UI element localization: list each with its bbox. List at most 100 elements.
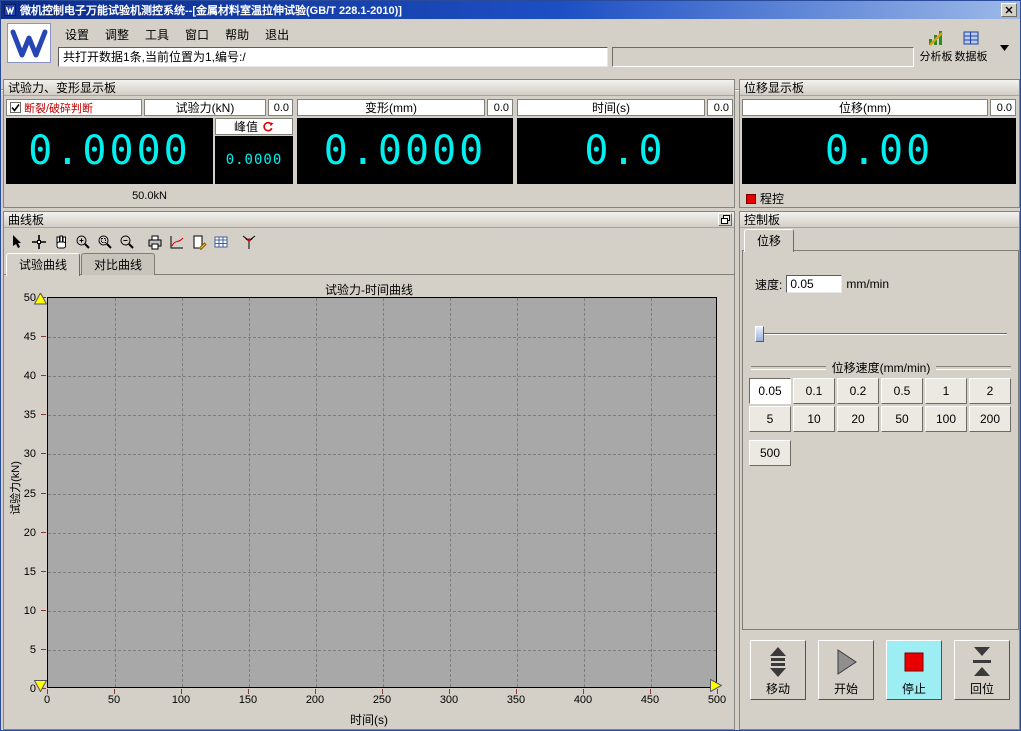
start-button[interactable]: 开始 bbox=[818, 640, 874, 700]
slider-thumb[interactable] bbox=[755, 326, 764, 342]
data-board-button[interactable]: 数据板 bbox=[954, 29, 988, 64]
y-gridline bbox=[48, 376, 716, 377]
app-icon bbox=[4, 4, 16, 16]
board-dropdown-button[interactable] bbox=[997, 41, 1011, 55]
signal-icon[interactable] bbox=[238, 231, 260, 253]
x-tick-label: 0 bbox=[32, 694, 62, 706]
start-button-label: 开始 bbox=[834, 680, 858, 697]
force-display-body: 断裂/破碎判断 试验力(kN) 0.0 0.0000 峰值 0.0000 50.… bbox=[4, 96, 734, 208]
y-gridline bbox=[48, 337, 716, 338]
time-header: 时间(s) bbox=[517, 99, 705, 116]
speed-row: 速度: mm/min bbox=[755, 275, 889, 293]
close-button[interactable] bbox=[1001, 3, 1017, 17]
y-tick-label: 50 bbox=[4, 292, 36, 304]
tab-compare-curve[interactable]: 对比曲线 bbox=[81, 253, 155, 275]
motion-buttons: 移动 开始 停止 回位 bbox=[740, 640, 1021, 704]
speed-preset-grid: 0.05 0.1 0.2 0.5 1 2 5 10 20 50 100 200 … bbox=[748, 377, 1016, 467]
speed-preset-button[interactable]: 0.05 bbox=[749, 378, 791, 404]
x-gridline bbox=[383, 298, 384, 687]
speed-slider[interactable] bbox=[755, 325, 1007, 343]
speed-preset-button[interactable]: 50 bbox=[881, 406, 923, 432]
chart-y-axis: 05101520253035404550 bbox=[4, 297, 47, 690]
stop-button[interactable]: 停止 bbox=[886, 640, 942, 700]
curve-panel: 曲线板 试验曲线 对比曲线 试验力-时间曲线 试验力(kN bbox=[3, 211, 735, 730]
home-icon bbox=[969, 647, 995, 677]
break-detect-checkbox[interactable] bbox=[10, 102, 21, 113]
move-button[interactable]: 移动 bbox=[750, 640, 806, 700]
zoom-in-icon[interactable] bbox=[72, 231, 94, 253]
y-tick-mark bbox=[41, 375, 46, 376]
speed-preset-button[interactable]: 0.5 bbox=[881, 378, 923, 404]
curve-panel-title: 曲线板 bbox=[8, 211, 44, 228]
slider-track[interactable] bbox=[755, 333, 1007, 335]
window-title: 微机控制电子万能试验机测控系统--[金属材料室温拉伸试验(GB/T 228.1-… bbox=[20, 2, 402, 18]
menu-item-adjust[interactable]: 调整 bbox=[97, 23, 137, 46]
x-max-handle-icon[interactable] bbox=[710, 679, 722, 692]
menu-item-settings[interactable]: 设置 bbox=[57, 23, 97, 46]
data-grid-icon[interactable] bbox=[210, 231, 232, 253]
menu-item-help[interactable]: 帮助 bbox=[217, 23, 257, 46]
zoom-window-icon[interactable] bbox=[94, 231, 116, 253]
displacement-body: 位移(mm) 0.0 0.00 程控 bbox=[740, 96, 1019, 208]
y-gridline bbox=[48, 611, 716, 612]
control-tab-content: 速度: mm/min 位移速度(mm/min) 0.05 0.1 0.2 0.5… bbox=[742, 250, 1019, 630]
deform-header: 变形(mm) bbox=[297, 99, 485, 116]
speed-preset-button[interactable]: 2 bbox=[969, 378, 1011, 404]
y-tick-mark bbox=[41, 532, 46, 533]
speed-preset-button[interactable]: 100 bbox=[925, 406, 967, 432]
float-panel-button[interactable] bbox=[718, 213, 732, 226]
curve-edit-icon[interactable] bbox=[166, 231, 188, 253]
x-tick-mark bbox=[382, 689, 383, 694]
curve-panel-header: 曲线板 bbox=[4, 212, 734, 228]
speed-preset-button[interactable]: 1 bbox=[925, 378, 967, 404]
peak-refresh-icon[interactable] bbox=[262, 121, 274, 133]
menu-item-window[interactable]: 窗口 bbox=[177, 23, 217, 46]
status-field[interactable]: 共打开数据1条,当前位置为1,编号:/ bbox=[58, 47, 608, 67]
y-gridline bbox=[48, 415, 716, 416]
zoom-out-icon[interactable] bbox=[116, 231, 138, 253]
chart-plot-area[interactable] bbox=[47, 297, 717, 688]
tab-displacement[interactable]: 位移 bbox=[744, 229, 794, 252]
displacement-display-panel: 位移显示板 位移(mm) 0.0 0.00 程控 bbox=[739, 79, 1020, 208]
pan-hand-icon[interactable] bbox=[50, 231, 72, 253]
check-icon bbox=[11, 103, 20, 112]
y-tick-label: 35 bbox=[4, 409, 36, 421]
speed-preset-button[interactable]: 0.1 bbox=[793, 378, 835, 404]
crosshair-icon[interactable] bbox=[28, 231, 50, 253]
origin-handle-icon[interactable] bbox=[34, 680, 47, 692]
speed-preset-button[interactable]: 10 bbox=[793, 406, 835, 432]
break-detect-option[interactable]: 断裂/破碎判断 bbox=[6, 99, 142, 116]
tab-test-curve[interactable]: 试验曲线 bbox=[6, 253, 80, 276]
home-button[interactable]: 回位 bbox=[954, 640, 1010, 700]
menu-item-exit[interactable]: 退出 bbox=[257, 23, 297, 46]
x-tick-label: 200 bbox=[300, 694, 330, 706]
y-tick-label: 30 bbox=[4, 448, 36, 460]
y-gridline bbox=[48, 494, 716, 495]
analysis-board-button[interactable]: 分析板 bbox=[919, 29, 953, 64]
report-icon[interactable] bbox=[188, 231, 210, 253]
x-gridline bbox=[115, 298, 116, 687]
curve-tabs: 试验曲线 对比曲线 bbox=[6, 256, 156, 275]
y-gridline bbox=[48, 533, 716, 534]
y-tick-mark bbox=[41, 453, 46, 454]
speed-preset-button[interactable]: 20 bbox=[837, 406, 879, 432]
force-display-panel-header: 试验力、变形显示板 bbox=[4, 80, 734, 96]
speed-preset-button[interactable]: 5 bbox=[749, 406, 791, 432]
x-tick-mark bbox=[248, 689, 249, 694]
print-icon[interactable] bbox=[144, 231, 166, 253]
speed-preset-button[interactable]: 500 bbox=[749, 440, 791, 466]
data-board-icon bbox=[962, 29, 980, 47]
force-range-label: 50.0kN bbox=[6, 188, 293, 204]
speed-preset-button[interactable]: 200 bbox=[969, 406, 1011, 432]
restore-window-icon bbox=[721, 215, 730, 224]
x-gridline bbox=[584, 298, 585, 687]
y-max-handle-icon[interactable] bbox=[34, 293, 47, 305]
speed-input[interactable] bbox=[786, 275, 842, 293]
speed-preset-button[interactable]: 0.2 bbox=[837, 378, 879, 404]
speed-unit-label: mm/min bbox=[846, 277, 889, 291]
x-tick-mark bbox=[315, 689, 316, 694]
y-tick-mark bbox=[41, 649, 46, 650]
menu-item-tools[interactable]: 工具 bbox=[137, 23, 177, 46]
select-cursor-icon[interactable] bbox=[6, 231, 28, 253]
stop-icon bbox=[901, 647, 927, 677]
